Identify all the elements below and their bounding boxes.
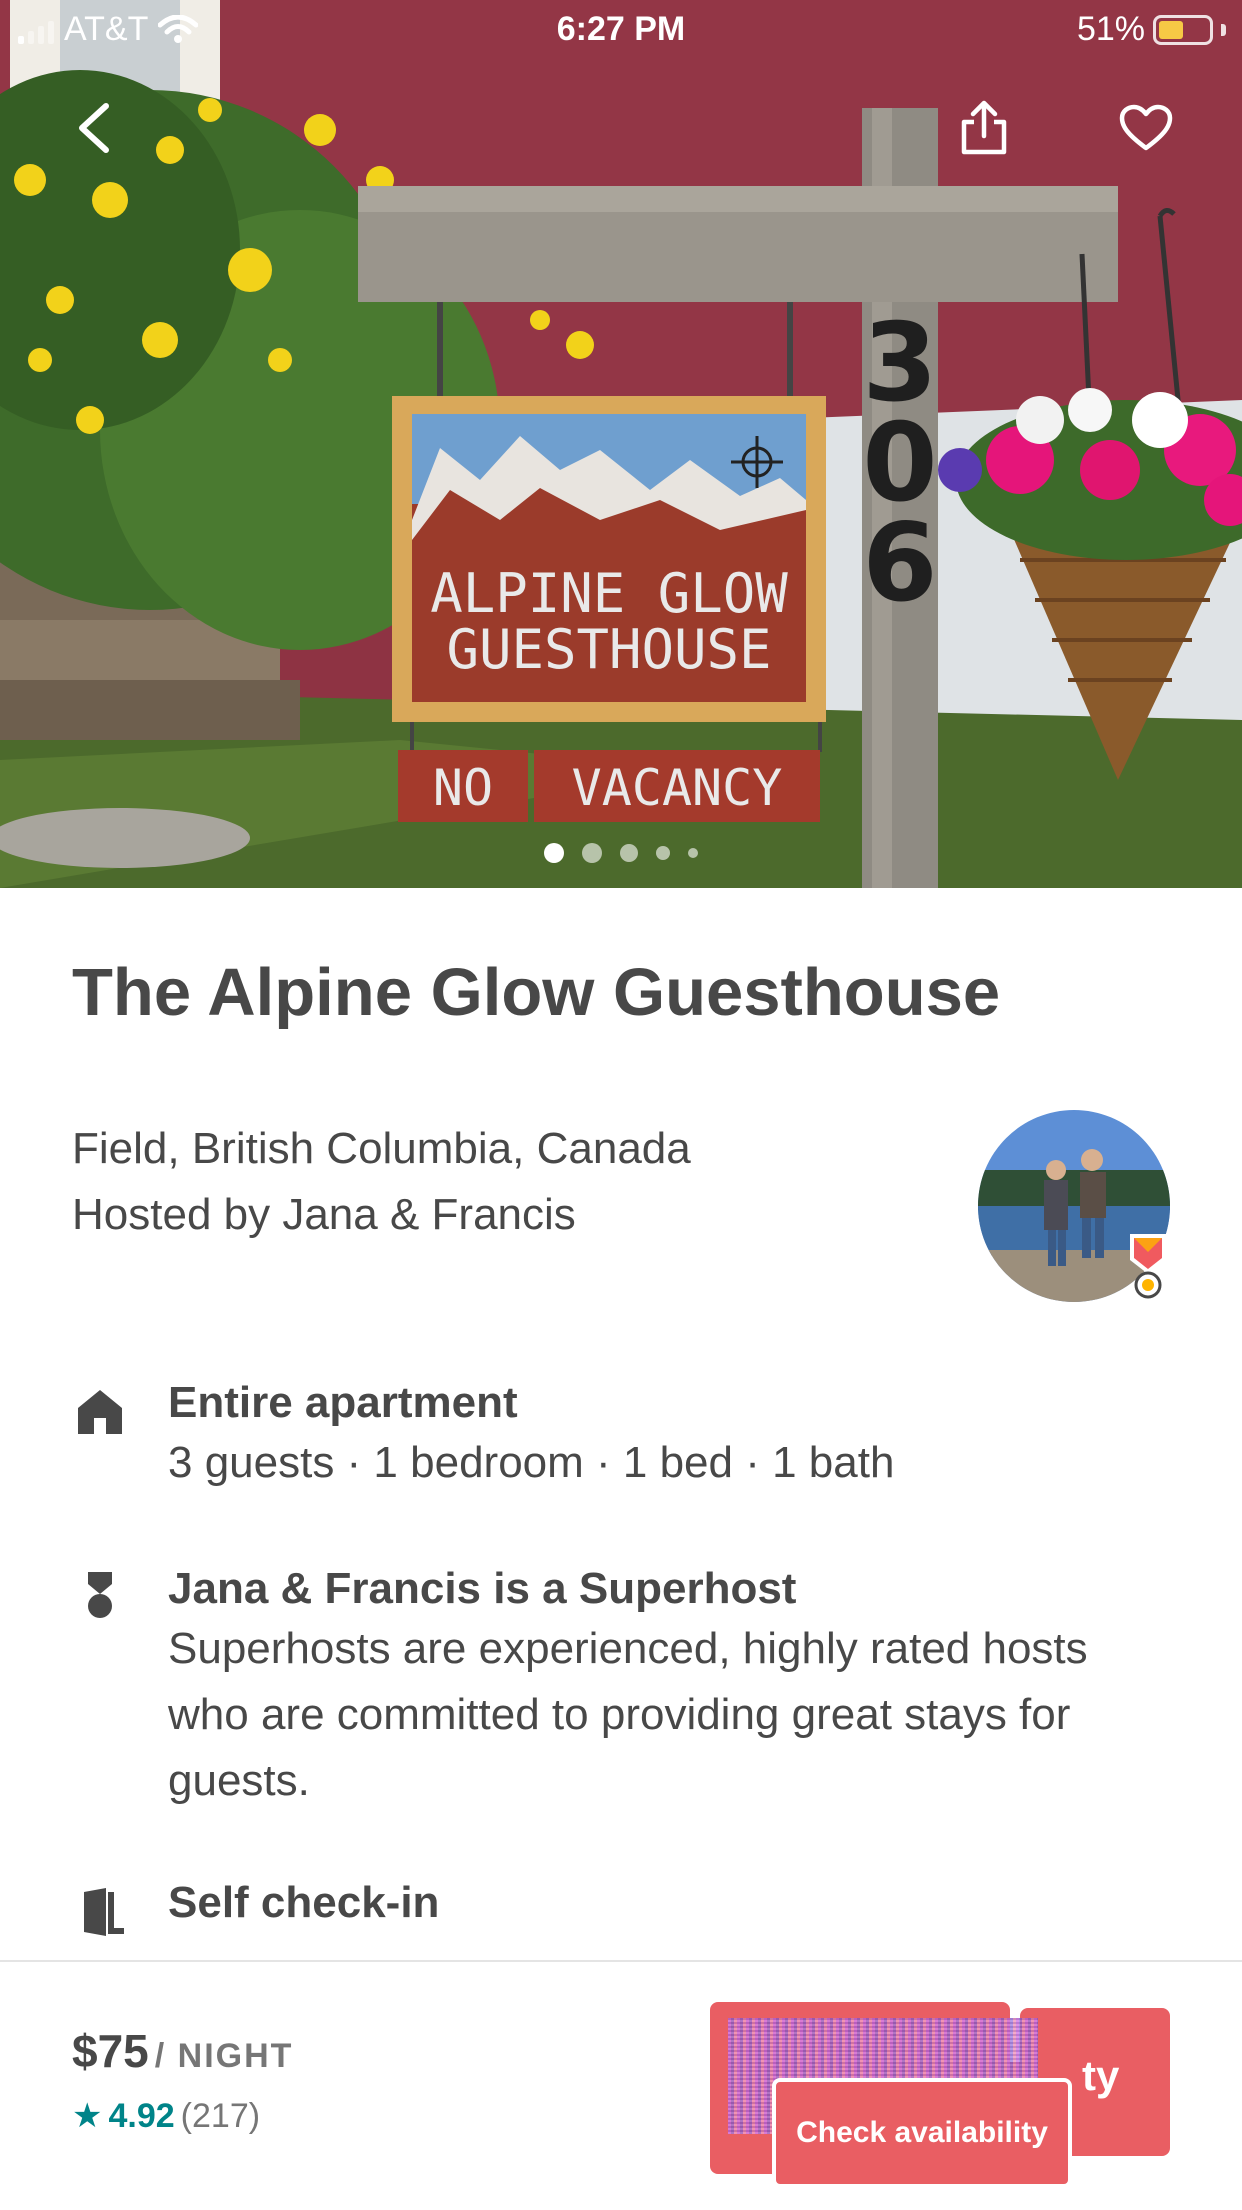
carousel-dot [688,848,698,858]
battery-icon [1153,14,1213,45]
booking-bar: $75/ NIGHT ★ 4.92 (217) ty Check availab… [0,1960,1242,2210]
save-to-wishlist-button[interactable] [1114,96,1178,160]
feature-subtext: 3 guests · 1 bedroom · 1 bed · 1 bath [168,1438,895,1487]
clock: 6:27 PM [556,10,686,48]
superhost-icon [88,1572,112,1618]
share-icon [961,100,1007,155]
sign-line-1: ALPINE GLOW [430,562,788,625]
rating-score: 4.92 [108,2096,175,2135]
feature-subtext: Superhosts are experienced, highly rated… [168,1624,1088,1805]
chevron-left-icon [79,103,109,153]
carousel-pagination [0,843,1242,863]
price-per-night: $75/ NIGHT [72,2024,293,2078]
ghost-label-fragment: ty [1082,2052,1120,2099]
listing-title: The Alpine Glow Guesthouse [72,955,1001,1030]
carousel-dot [656,846,670,860]
share-button[interactable] [952,96,1016,160]
carousel-dot [582,843,602,863]
feature-heading: Entire apartment [168,1378,518,1427]
listing-photo: 3 0 6 ALPINE GLOW GUESTHOUSE NO VACANCY [0,0,1242,888]
listing-location: Field, British Columbia, Canada [72,1124,691,1173]
heart-icon [1119,104,1173,151]
host-line: Hosted by Jana & Francis [72,1190,576,1239]
feature-heading: Self check-in [168,1878,440,1927]
price-unit: / NIGHT [154,2037,294,2075]
carousel-dot [620,844,638,862]
price-amount: $75 [72,2025,149,2077]
back-button[interactable] [62,96,126,160]
battery-percent: 51% [1076,10,1145,48]
superhost-badge-icon [1130,1234,1166,1299]
battery-group: 51% [1077,10,1226,49]
sign-no: NO [433,759,493,817]
door-icon [84,1888,124,1936]
star-icon: ★ [72,2097,103,2135]
status-bar: AT&T 6:27 PM 51% [0,0,1242,60]
availability-button-cluster: ty Check availability [710,2002,1180,2192]
house-icon [78,1390,122,1434]
rating-summary[interactable]: ★ 4.92 (217) [72,2096,260,2136]
location-block: Field, British Columbia, Canada Hosted b… [72,1116,691,1248]
house-number-6: 6 [862,501,937,626]
check-availability-button[interactable]: Check availability [772,2078,1072,2188]
sign-vacancy: VACANCY [572,759,783,817]
carousel-dot [544,843,564,863]
feature-heading: Jana & Francis is a Superhost [168,1564,797,1613]
sign-line-2: GUESTHOUSE [446,618,771,681]
review-count: (217) [180,2096,261,2135]
listing-photo-carousel[interactable]: 3 0 6 ALPINE GLOW GUESTHOUSE NO VACANCY [0,0,1242,888]
